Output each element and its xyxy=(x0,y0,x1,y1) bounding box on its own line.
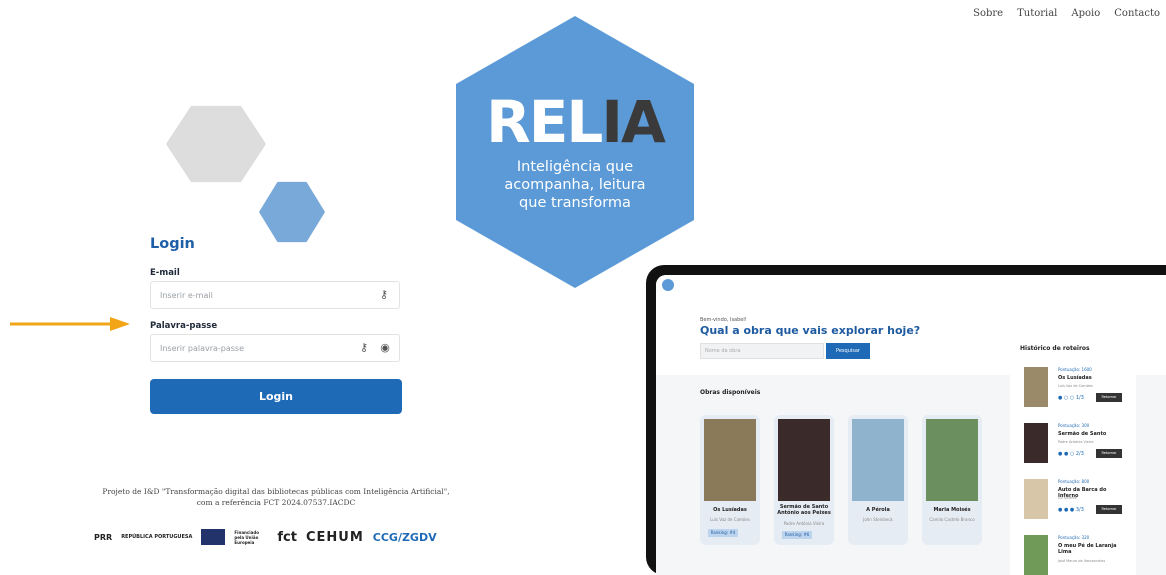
history-item: Pontuação: 800 Auto da Barca do Inferno … xyxy=(1022,479,1132,527)
history-cover xyxy=(1024,535,1048,575)
resume-button: Retomar xyxy=(1096,393,1122,402)
history-item: Pontuação: 1600 Os Lusíadas Luís Vaz de … xyxy=(1022,367,1132,415)
top-nav: Sobre Tutorial Apoio Contacto xyxy=(973,8,1160,19)
preview-greeting: Bem-vindo, Isabel! xyxy=(700,317,747,323)
partner-logos: PRR REPÚBLICA PORTUGUESA Financiado pela… xyxy=(94,526,464,548)
relia-logo: RELIA Inteligência que acompanha, leitur… xyxy=(456,16,694,288)
preview-book-card: A Pérola John Steinbeck xyxy=(848,415,908,545)
book-cover xyxy=(926,419,978,501)
preview-book-card: Os Lusíadas Luís Vaz de Camões Ranking: … xyxy=(700,415,760,545)
history-cover xyxy=(1024,479,1048,519)
key-icon: ⚷ xyxy=(379,288,389,301)
password-field[interactable]: Inserir palavra-passe ⚷ ◉ xyxy=(150,334,400,362)
book-cover xyxy=(704,419,756,501)
project-footer: Projeto de I&D "Transformação digital da… xyxy=(102,487,450,507)
progress-dots: ● ● ○ 2/3 xyxy=(1058,451,1084,457)
decorative-hexagon-grey xyxy=(166,105,266,183)
password-label: Palavra-passe xyxy=(150,321,218,331)
logo-tagline: Inteligência que acompanha, leitura que … xyxy=(504,159,646,211)
progress-dots: ● ○ ○ 1/3 xyxy=(1058,395,1084,401)
fct-logo: fct xyxy=(277,529,297,545)
email-placeholder: Inserir e-mail xyxy=(160,291,213,300)
nav-link-contacto[interactable]: Contacto xyxy=(1114,8,1160,19)
preview-headline: Qual a obra que vais explorar hoje? xyxy=(700,324,921,337)
preview-topbar xyxy=(656,275,1166,296)
history-cover xyxy=(1024,423,1048,463)
login-title: Login xyxy=(150,236,195,252)
logo-title: RELIA xyxy=(486,88,666,156)
eu-flag-icon xyxy=(201,529,226,545)
progress-dots: ● ● ● 3/3 xyxy=(1058,507,1084,513)
history-item: Pontuação: 300 Sermão de Santo Padre Ant… xyxy=(1022,423,1132,471)
email-label: E-mail xyxy=(150,268,180,278)
annotation-arrow xyxy=(10,317,130,331)
cehum-logo: CEHUM xyxy=(305,529,364,545)
preview-section-title: Obras disponíveis xyxy=(700,389,761,396)
resume-button: Retomar xyxy=(1096,505,1122,514)
preview-book-card: Maria Moisés Camilo Castelo Branco xyxy=(922,415,982,545)
ranking-badge: Ranking: #4 xyxy=(708,529,738,537)
nav-link-apoio[interactable]: Apoio xyxy=(1071,8,1100,19)
republica-logo: REPÚBLICA PORTUGUESA xyxy=(121,534,193,540)
book-cover xyxy=(778,419,830,501)
tablet-screen: Bem-vindo, Isabel! Qual a obra que vais … xyxy=(656,275,1166,575)
nav-link-sobre[interactable]: Sobre xyxy=(973,8,1003,19)
preview-search-input: Nome da obra xyxy=(700,343,824,359)
login-button[interactable]: Login xyxy=(150,379,402,414)
login-form: Login E-mail Inserir e-mail ⚷ Palavra-pa… xyxy=(150,236,402,414)
ranking-badge: Ranking: #6 xyxy=(782,531,812,539)
history-cover xyxy=(1024,367,1048,407)
prr-logo: PRR xyxy=(94,532,113,542)
eu-logo-text: Financiado pela União Europeia xyxy=(234,529,259,545)
password-placeholder: Inserir palavra-passe xyxy=(160,344,245,353)
tablet-preview: Bem-vindo, Isabel! Qual a obra que vais … xyxy=(646,265,1166,575)
resume-button: Retomar xyxy=(1096,449,1122,458)
preview-book-card: Sermão de Santo António aos Peixes Padre… xyxy=(774,415,834,545)
email-field[interactable]: Inserir e-mail ⚷ xyxy=(150,281,400,309)
ccg-logo: CCG/ZGDV xyxy=(372,530,437,544)
book-cover xyxy=(852,419,904,501)
eye-icon[interactable]: ◉ xyxy=(378,341,392,355)
nav-link-tutorial[interactable]: Tutorial xyxy=(1017,8,1057,19)
history-item: Pontuação: 320 O meu Pé de Laranja Lima … xyxy=(1022,535,1132,575)
preview-logo-icon xyxy=(662,279,674,291)
preview-history-panel: Histórico de roteiros Pontuação: 1600 Os… xyxy=(1010,333,1136,575)
decorative-hexagon-blue xyxy=(259,181,325,243)
key-icon: ⚷ xyxy=(359,341,369,354)
preview-search-button: Pesquisar xyxy=(826,343,870,359)
